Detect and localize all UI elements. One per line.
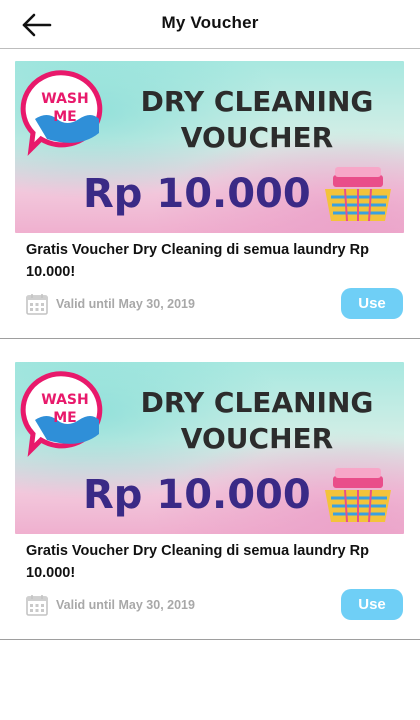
voucher-banner[interactable]: WASH ME DRY CLEANING VOUCHER Rp 10.000: [15, 61, 404, 233]
banner-amount: Rp 10.000: [83, 171, 311, 217]
banner-amount: Rp 10.000: [83, 472, 311, 518]
valid-until-text: Valid until May 30, 2019: [56, 297, 195, 311]
valid-until-text: Valid until May 30, 2019: [56, 598, 195, 612]
banner-heading-line2: VOUCHER: [181, 422, 333, 455]
calendar-icon: [26, 595, 48, 616]
banner-heading-line1: DRY CLEANING: [141, 85, 374, 118]
voucher-validity: Valid until May 30, 2019: [26, 293, 195, 315]
calendar-icon: [26, 294, 48, 315]
voucher-card: WASH ME DRY CLEANING VOUCHER Rp 10.000 G…: [0, 362, 420, 640]
banner-heading-line1: DRY CLEANING: [141, 386, 374, 419]
voucher-description: Gratis Voucher Dry Cleaning di semua lau…: [26, 242, 369, 280]
voucher-validity: Valid until May 30, 2019: [26, 594, 195, 616]
wash-me-logo: WASH ME: [20, 70, 103, 156]
svg-text:ME: ME: [53, 109, 77, 125]
svg-text:WASH: WASH: [41, 392, 88, 408]
wash-me-logo: WASH ME: [20, 371, 103, 457]
app-header: My Voucher: [0, 0, 420, 49]
use-voucher-button[interactable]: Use: [341, 288, 403, 319]
svg-text:WASH: WASH: [41, 91, 88, 107]
voucher-card: WASH ME DRY CLEANING VOUCHER Rp 10.000 G…: [0, 61, 420, 339]
banner-heading-line2: VOUCHER: [181, 121, 333, 154]
voucher-description: Gratis Voucher Dry Cleaning di semua lau…: [26, 543, 369, 581]
page-title: My Voucher: [161, 13, 259, 32]
svg-text:ME: ME: [53, 410, 77, 426]
voucher-banner[interactable]: WASH ME DRY CLEANING VOUCHER Rp 10.000: [15, 362, 404, 534]
use-voucher-button[interactable]: Use: [341, 589, 403, 620]
